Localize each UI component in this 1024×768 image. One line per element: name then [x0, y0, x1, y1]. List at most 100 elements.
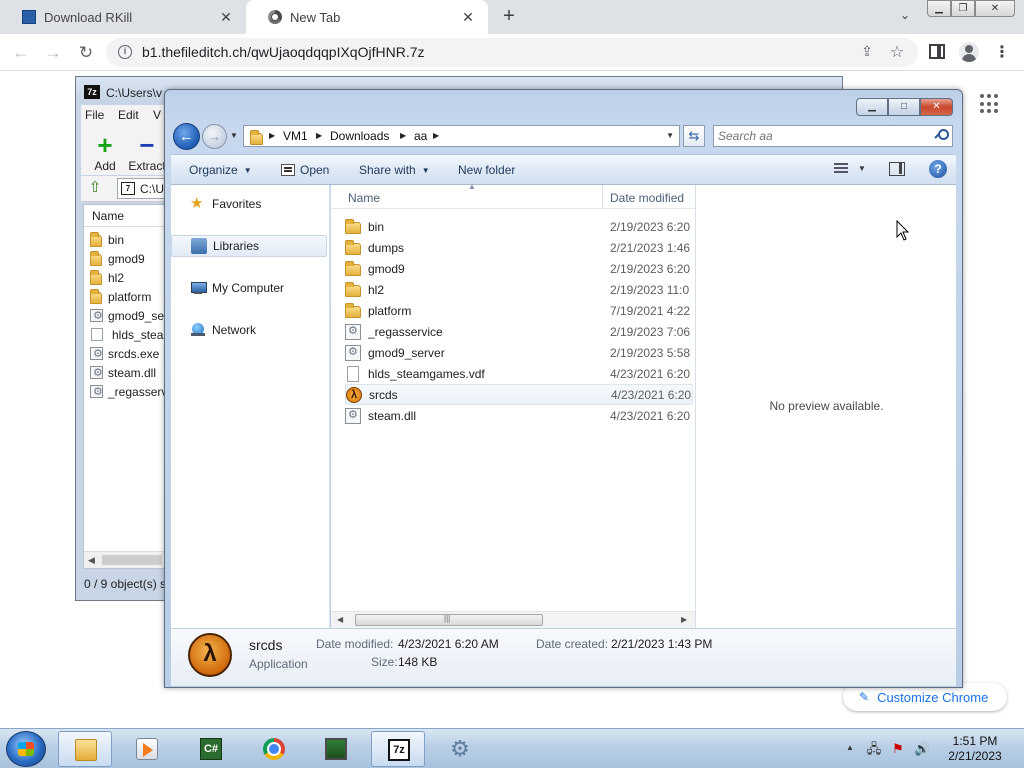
breadcrumb-item-aa[interactable]: aa: [414, 129, 427, 143]
table-row[interactable]: bin 2/19/2023 6:20 P: [345, 216, 693, 237]
taskbar-explorer-button[interactable]: [58, 731, 112, 767]
share-with-button[interactable]: Share with ▼: [359, 163, 430, 177]
folder-up-icon[interactable]: ⇧: [87, 180, 103, 196]
table-row[interactable]: gmod9_server 2/19/2023 5:58 P: [345, 342, 693, 363]
menu-file[interactable]: File: [85, 108, 104, 122]
action-center-icon[interactable]: ⚑: [890, 741, 906, 757]
file-list[interactable]: ▲ Name Date modified bin 2/19/2023 6:20 …: [331, 182, 695, 628]
list-item[interactable]: _regasservi: [90, 382, 170, 401]
table-row[interactable]: hlds_steamgames.vdf 4/23/2021 6:20 A: [345, 363, 693, 384]
table-row[interactable]: platform 7/19/2021 4:22 P: [345, 300, 693, 321]
list-item[interactable]: gmod9_ser: [90, 306, 168, 325]
info-icon[interactable]: i: [118, 45, 132, 59]
table-row[interactable]: λ srcds 4/23/2021 6:20 A: [345, 384, 693, 405]
close-icon[interactable]: ✕: [460, 9, 476, 25]
address-bar[interactable]: i b1.thefileditch.ch/qwUjaoqdqqpIXqOjfHN…: [106, 38, 918, 67]
taskbar-settings-button[interactable]: ⚙: [433, 731, 487, 767]
chevron-right-icon[interactable]: ▶: [269, 131, 275, 140]
menu-view[interactable]: V: [153, 108, 161, 122]
minimize-button[interactable]: ▁: [856, 98, 888, 116]
tab-new-tab[interactable]: New Tab ✕: [246, 0, 488, 34]
column-date-modified[interactable]: Date modified: [610, 191, 684, 205]
menu-edit[interactable]: Edit: [118, 108, 139, 122]
monitor-icon: [325, 738, 347, 760]
chevron-right-icon[interactable]: ▶: [400, 131, 406, 140]
profile-avatar-icon[interactable]: [959, 42, 979, 62]
scroll-left-icon[interactable]: ◀: [88, 555, 95, 566]
sidebar-item-network[interactable]: Network: [171, 319, 327, 341]
search-input[interactable]: [718, 128, 928, 144]
chevron-right-icon[interactable]: ▶: [433, 131, 439, 140]
list-item[interactable]: bin: [90, 230, 124, 249]
table-row[interactable]: gmod9 2/19/2023 6:20 P: [345, 258, 693, 279]
list-item[interactable]: gmod9: [90, 249, 145, 268]
side-panel-icon[interactable]: [929, 44, 945, 59]
add-button[interactable]: + Add: [81, 131, 129, 173]
sidebar-item-libraries[interactable]: Libraries: [171, 235, 327, 257]
table-row[interactable]: _regasservice 2/19/2023 7:06 P: [345, 321, 693, 342]
table-row[interactable]: steam.dll 4/23/2021 6:20 A: [345, 405, 693, 426]
sidebar-item-favorites[interactable]: ★ Favorites: [171, 193, 327, 215]
breadcrumb-item-vm1[interactable]: VM1: [283, 129, 308, 143]
back-arrow-icon[interactable]: ←: [10, 42, 32, 64]
kebab-menu-icon[interactable]: ⋮: [992, 43, 1012, 63]
list-item[interactable]: platform: [90, 287, 151, 306]
preview-pane-icon[interactable]: [889, 162, 905, 176]
close-icon[interactable]: ✕: [218, 9, 234, 25]
help-icon[interactable]: ?: [929, 160, 947, 178]
start-button[interactable]: [6, 731, 46, 767]
share-icon[interactable]: ⇪: [858, 43, 876, 61]
scroll-right-icon[interactable]: ▶: [681, 615, 687, 624]
chevron-right-icon[interactable]: ▶: [316, 131, 322, 140]
minimize-button[interactable]: ▁: [927, 0, 951, 17]
close-window-button[interactable]: ✕: [975, 0, 1015, 17]
table-row[interactable]: dumps 2/21/2023 1:46 P: [345, 237, 693, 258]
taskbar-task-manager-button[interactable]: [309, 731, 363, 767]
list-item[interactable]: srcds.exe: [90, 344, 159, 363]
search-icon[interactable]: [935, 129, 949, 141]
breadcrumb-item-downloads[interactable]: Downloads: [330, 129, 389, 143]
refresh-icon[interactable]: ⇆: [683, 125, 705, 147]
explorer-window[interactable]: ▁ □ ✕ ← → ▼ ▶ VM1 ▶ Downloads ▶ aa ▶ ▼ ⇆…: [164, 89, 963, 688]
breadcrumb[interactable]: ▶ VM1 ▶ Downloads ▶ aa ▶ ▼: [243, 125, 680, 147]
star-icon: ★: [190, 195, 204, 212]
bookmark-star-icon[interactable]: ☆: [888, 42, 906, 61]
address-dropdown-icon[interactable]: ▼: [666, 131, 674, 140]
network-tray-icon[interactable]: 🖧: [866, 741, 882, 757]
search-box[interactable]: [713, 125, 953, 147]
list-item[interactable]: hl2: [90, 268, 124, 287]
table-row[interactable]: hl2 2/19/2023 11:01: [345, 279, 693, 300]
column-name[interactable]: Name: [348, 191, 380, 205]
scroll-left-icon[interactable]: ◀: [337, 615, 343, 624]
forward-arrow-icon[interactable]: →: [42, 42, 64, 64]
sidebar-item-my-computer[interactable]: My Computer: [171, 277, 327, 299]
column-separator[interactable]: [602, 185, 603, 209]
list-item[interactable]: hlds_steam: [90, 325, 173, 344]
list-item[interactable]: steam.dll: [90, 363, 156, 382]
show-hidden-icons-icon[interactable]: ▲: [846, 743, 854, 752]
change-view-button[interactable]: ▼: [834, 163, 866, 173]
taskbar-media-player-button[interactable]: [120, 731, 174, 767]
open-button[interactable]: Open: [281, 163, 329, 177]
reload-icon[interactable]: ↻: [75, 42, 97, 64]
restore-button[interactable]: ❐: [951, 0, 975, 17]
apps-grid-icon[interactable]: [980, 94, 1000, 114]
tab-download-rkill[interactable]: Download RKill ✕: [0, 0, 246, 34]
chevron-down-icon[interactable]: ▼: [229, 131, 239, 143]
taskbar-chrome-button[interactable]: [247, 731, 301, 767]
system-clock[interactable]: 1:51 PM 2/21/2023: [938, 734, 1012, 764]
volume-icon[interactable]: 🔊: [914, 741, 930, 757]
organize-label: Organize: [189, 163, 238, 177]
maximize-button[interactable]: □: [888, 98, 920, 116]
close-window-button[interactable]: ✕: [920, 98, 953, 116]
scroll-thumb[interactable]: [102, 555, 162, 565]
new-tab-button[interactable]: +: [498, 5, 520, 27]
forward-arrow-icon[interactable]: →: [202, 124, 227, 149]
chevron-down-icon[interactable]: ⌄: [896, 8, 914, 26]
horizontal-scrollbar[interactable]: ◀ ||| ▶: [331, 611, 695, 628]
organize-button[interactable]: Organize ▼: [189, 163, 252, 177]
taskbar-csharp-button[interactable]: C#: [184, 731, 238, 767]
taskbar-7zip-button[interactable]: 7z: [371, 731, 425, 767]
back-arrow-icon[interactable]: ←: [173, 123, 200, 150]
new-folder-button[interactable]: New folder: [458, 163, 515, 177]
